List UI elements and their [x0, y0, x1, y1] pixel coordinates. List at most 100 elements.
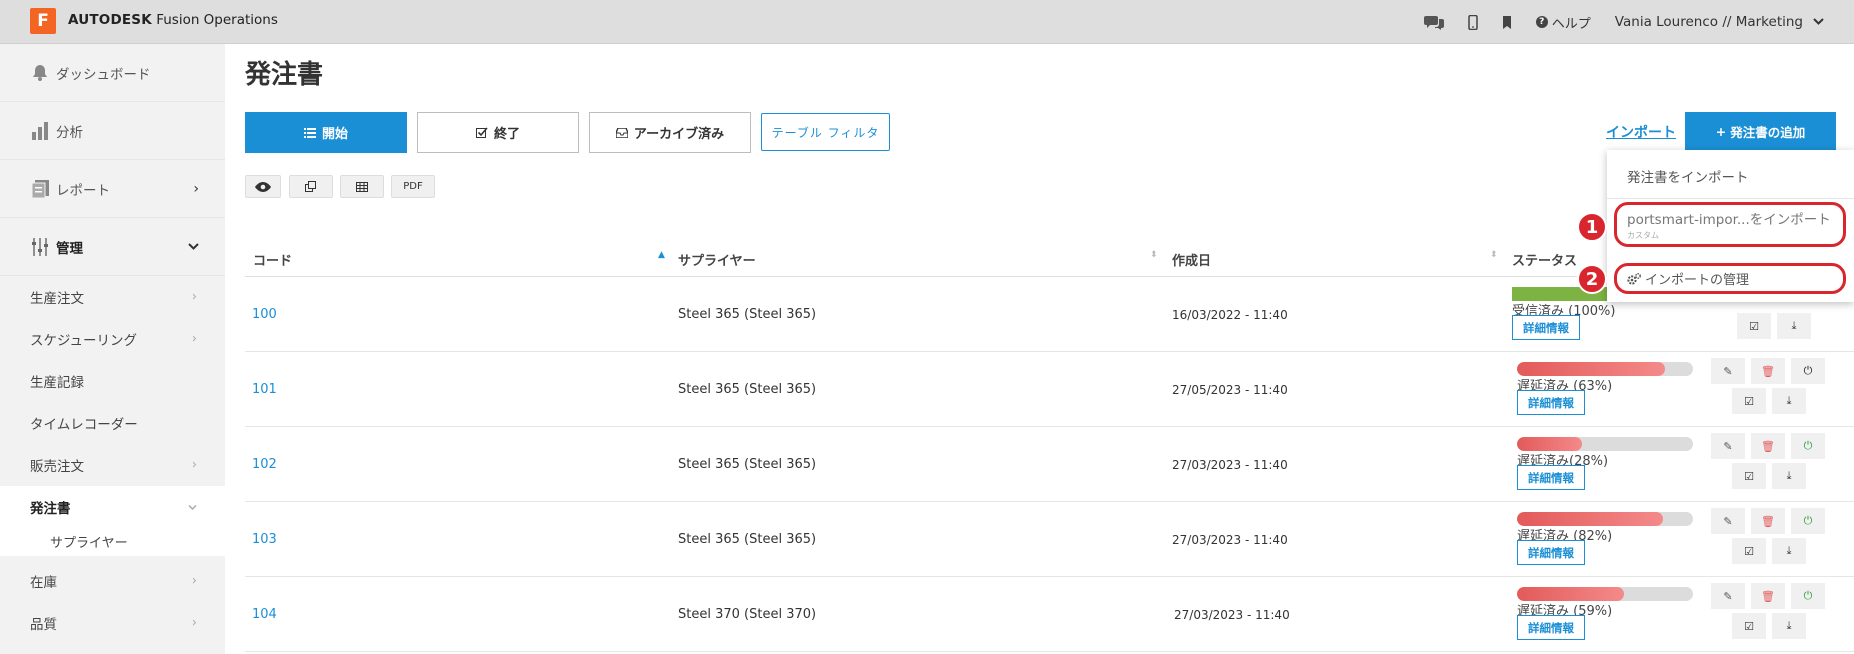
- delete-icon[interactable]: 🗑: [1751, 433, 1785, 459]
- checkbox-icon[interactable]: ☑: [1732, 538, 1766, 564]
- edit-icon[interactable]: ✎: [1711, 433, 1745, 459]
- sidebar-item-dashboard[interactable]: ダッシュボード: [0, 44, 225, 102]
- sidebar-item-purchase-order[interactable]: 発注書: [0, 486, 225, 528]
- checkbox-icon[interactable]: ☑: [1737, 313, 1771, 339]
- fusion-logo[interactable]: F: [30, 8, 56, 34]
- checkbox-icon[interactable]: ☑: [1732, 613, 1766, 639]
- mobile-icon[interactable]: [1468, 14, 1478, 30]
- power-icon[interactable]: ⏻: [1791, 583, 1825, 609]
- download-icon[interactable]: ⤓: [1772, 463, 1806, 489]
- sidebar-item-quality[interactable]: 品質 ›: [0, 602, 225, 644]
- pdf-button[interactable]: PDF: [391, 175, 435, 198]
- add-button-label: 発注書の追加: [1730, 124, 1806, 140]
- table-icon[interactable]: [340, 175, 384, 198]
- status-progress-fill: [1517, 437, 1583, 451]
- sidebar-item-scheduling[interactable]: スケジューリング ›: [0, 318, 225, 360]
- row-code-link[interactable]: 101: [252, 382, 277, 397]
- chevron-down-icon: [188, 500, 197, 515]
- sidebar-item-production-record[interactable]: 生産記録: [0, 360, 225, 402]
- help-label: ヘルプ: [1551, 16, 1591, 32]
- highlight-outline-1: [1614, 202, 1846, 247]
- chat-icon[interactable]: [1423, 14, 1444, 30]
- download-icon[interactable]: ⤓: [1777, 313, 1811, 339]
- sidebar-item-label: タイムレコーダー: [30, 417, 138, 433]
- sidebar-item-sales-order[interactable]: 販売注文 ›: [0, 444, 225, 486]
- brand-name: AUTODESK Fusion Operations: [68, 12, 278, 28]
- top-bar: F AUTODESK Fusion Operations ? ヘルプ Vania…: [0, 0, 1854, 44]
- table-row: 101 Steel 365 (Steel 365) 27/05/2023 - 1…: [245, 352, 1854, 427]
- edit-icon[interactable]: ✎: [1711, 508, 1745, 534]
- row-code-link[interactable]: 104: [252, 607, 277, 622]
- delete-icon[interactable]: 🗑: [1751, 508, 1785, 534]
- bell-icon: [30, 64, 50, 81]
- sidebar-item-manage[interactable]: 管理: [0, 218, 225, 276]
- tab-closed[interactable]: 終了: [417, 112, 579, 153]
- power-icon[interactable]: ⏻: [1791, 358, 1825, 384]
- sidebar-item-time-recorder[interactable]: タイムレコーダー: [0, 402, 225, 444]
- row-code-link[interactable]: 100: [252, 307, 277, 322]
- sidebar-item-label: 発注書: [30, 501, 71, 517]
- tab-archived[interactable]: アーカイブ済み: [589, 112, 751, 153]
- chevron-right-icon: ›: [191, 615, 197, 631]
- sidebar-item-label: 分析: [56, 124, 83, 141]
- row-code-link[interactable]: 102: [252, 457, 277, 472]
- page-title: 発注書: [245, 60, 324, 90]
- details-button[interactable]: 詳細情報: [1512, 315, 1580, 340]
- import-link[interactable]: インポート: [1606, 122, 1676, 142]
- sidebar-item-production-order[interactable]: 生産注文 ›: [0, 276, 225, 318]
- details-button[interactable]: 詳細情報: [1517, 540, 1585, 565]
- checkbox-icon[interactable]: ☑: [1732, 388, 1766, 414]
- row-created-date: 27/03/2023 - 11:40: [1172, 533, 1288, 547]
- table-row: 104 Steel 370 (Steel 370) 27/03/2023 - 1…: [245, 577, 1854, 652]
- column-header-code[interactable]: コード: [253, 250, 292, 269]
- sidebar-item-label: 品質: [30, 617, 57, 633]
- user-menu[interactable]: Vania Lourenco // Marketing: [1615, 14, 1824, 30]
- brand-product: Fusion Operations: [151, 12, 278, 28]
- brand-autodesk: AUTODESK: [68, 12, 152, 28]
- sidebar-item-label: 販売注文: [30, 459, 84, 475]
- tab-open[interactable]: 開始: [245, 112, 407, 153]
- sidebar-item-reports[interactable]: レポート ›: [0, 160, 225, 218]
- sidebar-item-label: 生産注文: [30, 291, 84, 307]
- bookmark-icon[interactable]: [1502, 15, 1512, 29]
- delete-icon[interactable]: 🗑: [1751, 358, 1785, 384]
- status-progress-fill: [1517, 512, 1664, 526]
- sidebar-item-label: 在庫: [30, 575, 57, 591]
- column-header-status[interactable]: ステータス: [1512, 250, 1577, 269]
- edit-icon[interactable]: ✎: [1711, 358, 1745, 384]
- delete-icon[interactable]: 🗑: [1751, 583, 1785, 609]
- row-created-date: 27/05/2023 - 11:40: [1172, 383, 1288, 397]
- user-name: Vania Lourenco // Marketing: [1614, 14, 1803, 30]
- details-button[interactable]: 詳細情報: [1517, 465, 1585, 490]
- sidebar-item-analysis[interactable]: 分析: [0, 102, 225, 160]
- download-icon[interactable]: ⤓: [1772, 388, 1806, 414]
- copy-icon[interactable]: [289, 175, 333, 198]
- column-header-supplier[interactable]: サプライヤー: [678, 250, 756, 269]
- download-icon[interactable]: ⤓: [1772, 613, 1806, 639]
- eye-icon[interactable]: [245, 175, 281, 198]
- sort-asc-icon[interactable]: ▲: [658, 250, 665, 260]
- dropdown-divider: [1607, 198, 1854, 199]
- table-filter-button[interactable]: テーブル フィルタ: [761, 113, 890, 151]
- details-button[interactable]: 詳細情報: [1517, 615, 1585, 640]
- download-icon[interactable]: ⤓: [1772, 538, 1806, 564]
- checkbox-icon[interactable]: ☑: [1732, 463, 1766, 489]
- sort-icon[interactable]: ⬍: [1490, 250, 1498, 260]
- sidebar-item-label: 生産記録: [30, 375, 84, 391]
- sidebar-item-label: サプライヤー: [50, 535, 128, 551]
- sidebar-item-label: ダッシュボード: [56, 66, 151, 83]
- sort-icon[interactable]: ⬍: [1150, 250, 1158, 260]
- help-link[interactable]: ? ヘルプ: [1535, 13, 1591, 32]
- power-icon[interactable]: ⏻: [1791, 433, 1825, 459]
- list-icon: [303, 127, 316, 138]
- chevron-right-icon: ›: [191, 331, 197, 347]
- edit-icon[interactable]: ✎: [1711, 583, 1745, 609]
- sidebar-item-inventory[interactable]: 在庫 ›: [0, 560, 225, 602]
- details-button[interactable]: 詳細情報: [1517, 390, 1585, 415]
- sidebar-item-supplier[interactable]: サプライヤー: [0, 526, 225, 556]
- power-icon[interactable]: ⏻: [1791, 508, 1825, 534]
- column-header-created[interactable]: 作成日: [1172, 250, 1211, 269]
- row-supplier: Steel 365 (Steel 365): [678, 457, 817, 472]
- add-purchase-order-button[interactable]: + 発注書の追加: [1685, 112, 1836, 150]
- row-code-link[interactable]: 103: [252, 532, 277, 547]
